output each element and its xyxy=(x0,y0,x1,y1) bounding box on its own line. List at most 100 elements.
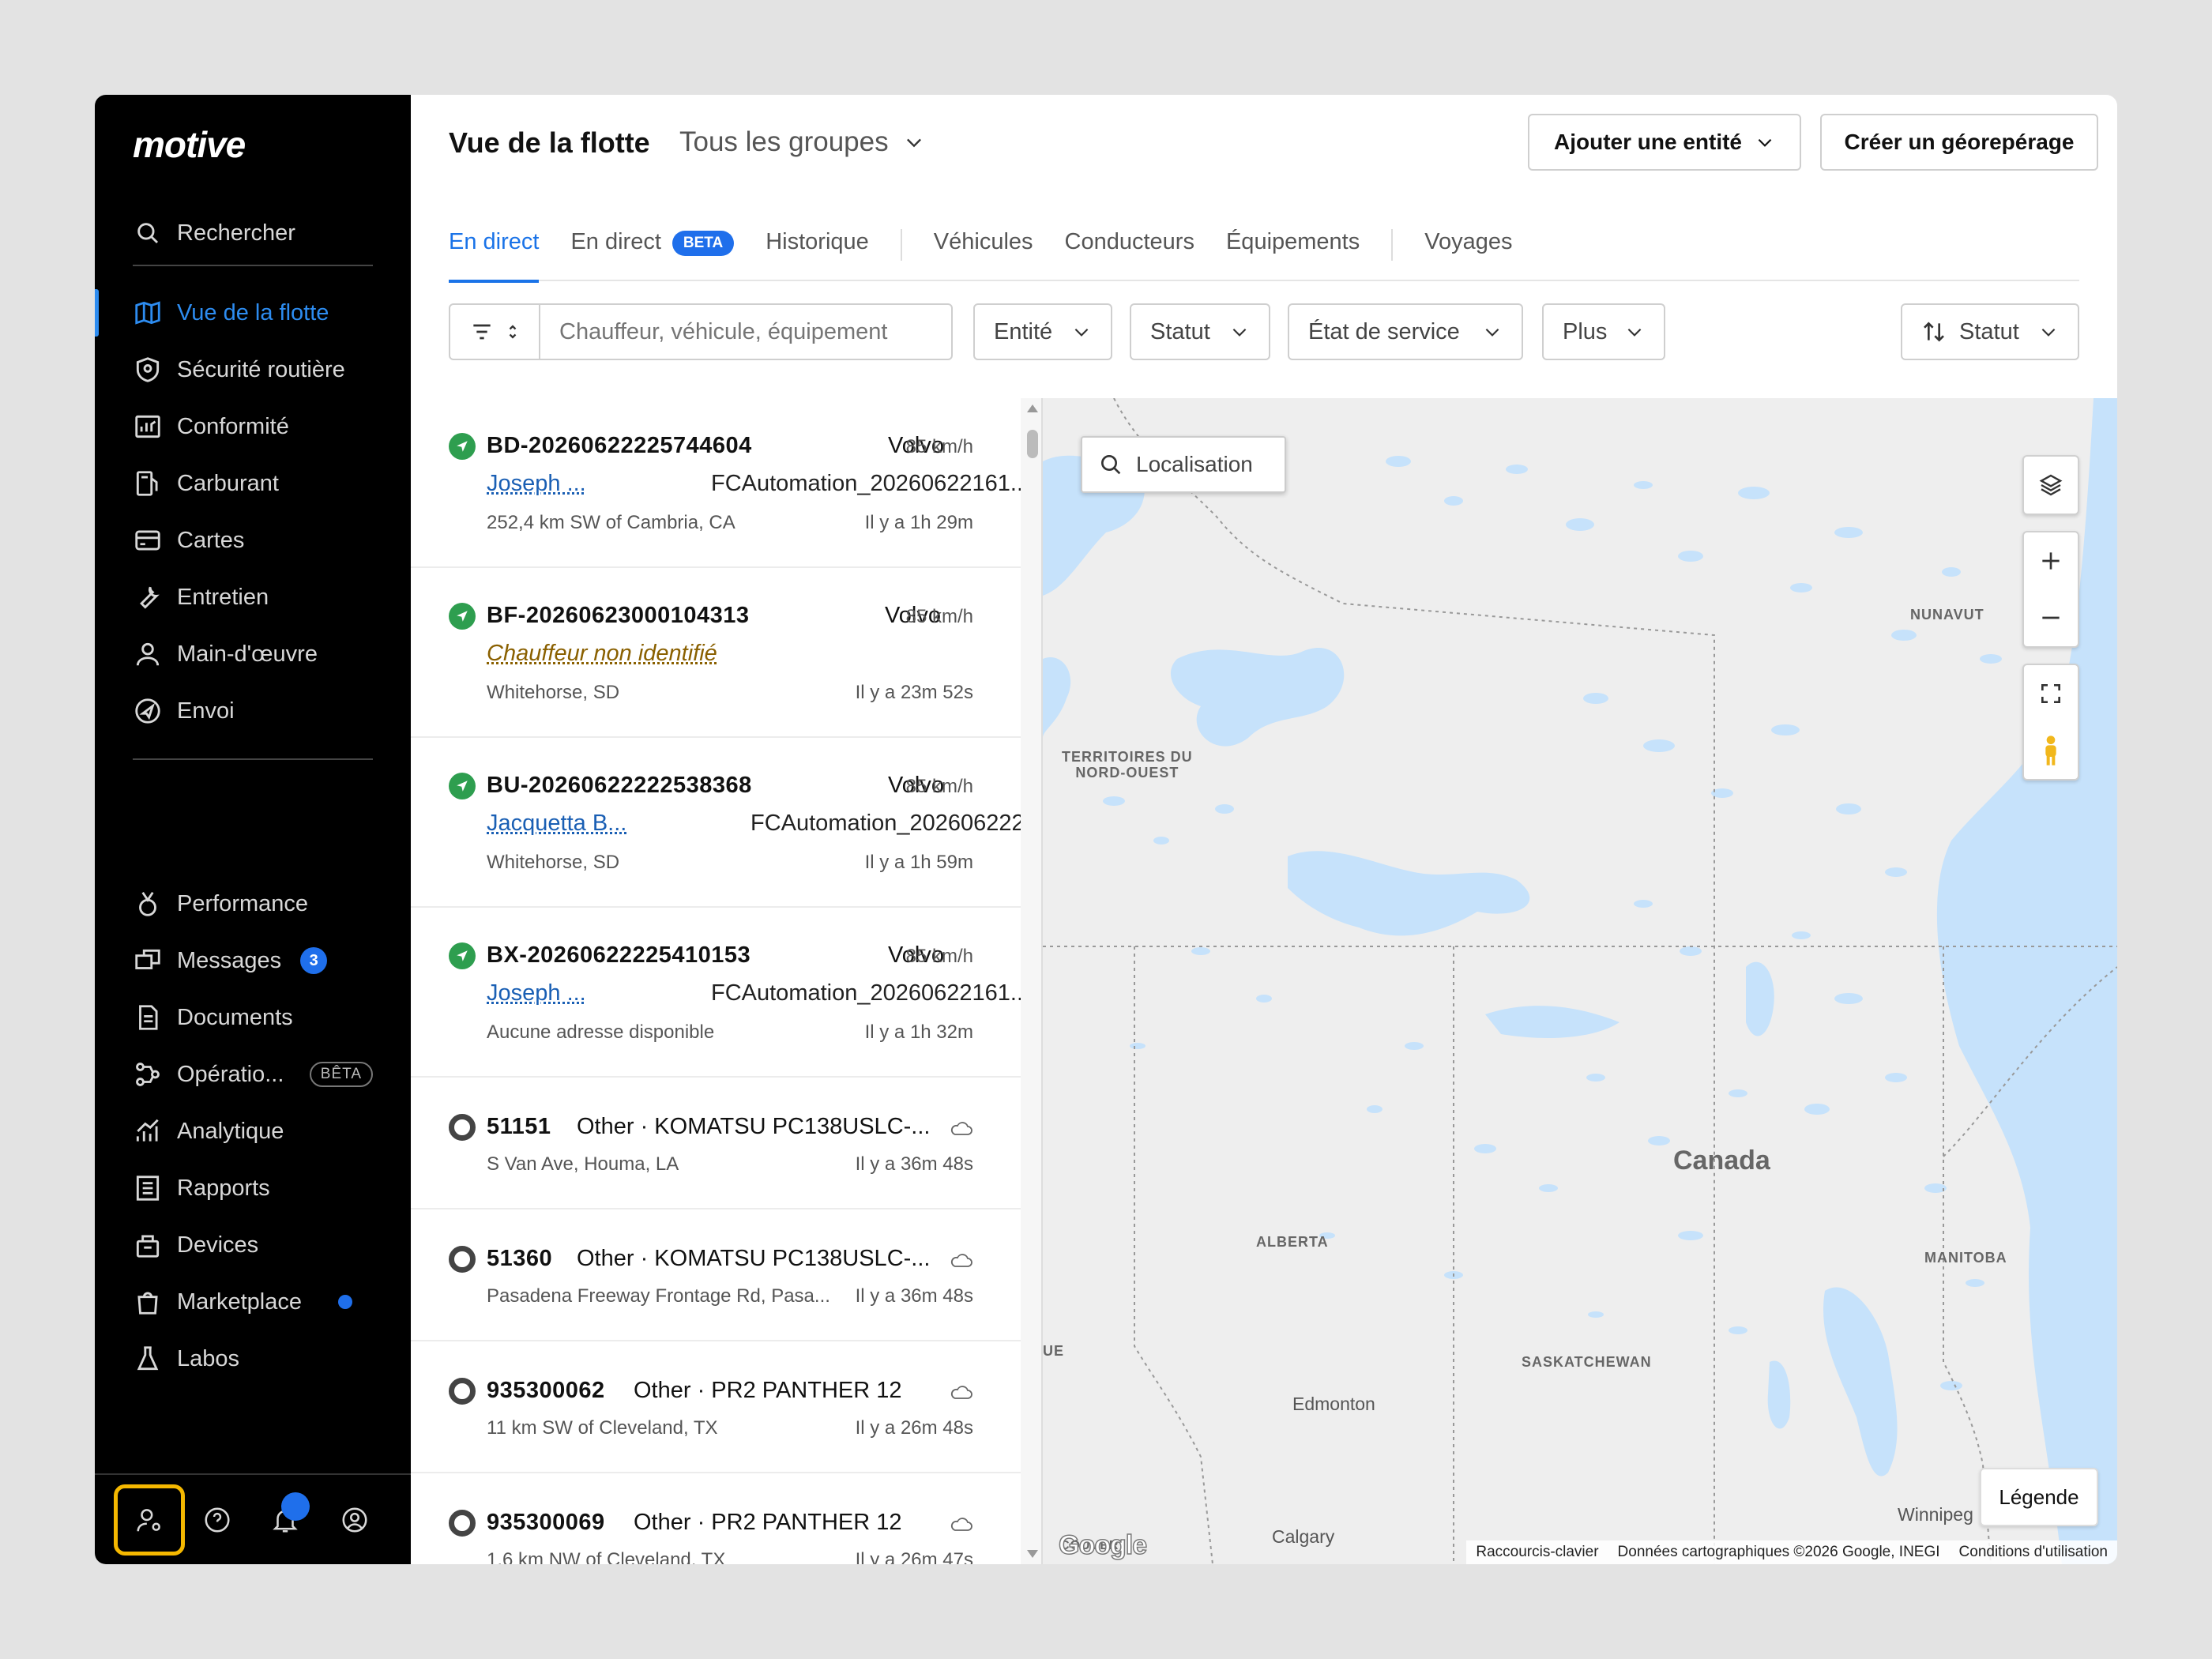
primary-nav: Vue de la flotte Sécurité routière Confo… xyxy=(95,284,411,739)
sidebar-item-fuel[interactable]: Carburant xyxy=(95,455,411,512)
list-item[interactable]: 51360 Other · KOMATSU PC138USLC-... Pasa… xyxy=(411,1209,1021,1341)
map-layers-button[interactable] xyxy=(2022,455,2079,515)
driver-link[interactable]: Jacquetta B... xyxy=(487,811,626,837)
sidebar-item-label: Carburant xyxy=(177,470,279,496)
equipment-id: 51151 xyxy=(487,1114,551,1139)
list-item[interactable]: BF-20260623000104313 Volvo 85 km/h Chauf… xyxy=(411,568,1021,738)
vehicle-location: Aucune adresse disponible xyxy=(487,1021,715,1043)
vehicle-speed: 85 km/h xyxy=(905,946,973,967)
map-label-alberta: ALBERTA xyxy=(1256,1234,1329,1250)
sidebar-item-cards[interactable]: Cartes xyxy=(95,512,411,569)
sidebar-item-labs[interactable]: Labos xyxy=(95,1330,411,1387)
search-input[interactable] xyxy=(539,303,953,360)
tab-live[interactable]: En direct xyxy=(449,213,540,283)
sidebar-item-road-safety[interactable]: Sécurité routière xyxy=(95,341,411,398)
motive-logo[interactable]: motive xyxy=(133,123,246,166)
list-item[interactable]: 51151 Other · KOMATSU PC138USLC-... S Va… xyxy=(411,1078,1021,1209)
create-geofence-button[interactable]: Créer un géorepérage xyxy=(1820,114,2098,171)
help-button[interactable] xyxy=(182,1484,253,1556)
vehicle-id: BU-20260622222538368 xyxy=(487,773,752,798)
dispatch-icon xyxy=(135,698,160,724)
zoom-out-button[interactable] xyxy=(2024,589,2078,646)
sidebar-item-fleet-view[interactable]: Vue de la flotte xyxy=(95,284,411,341)
tab-separator xyxy=(900,229,902,261)
offline-status-icon xyxy=(449,1114,476,1141)
map-label-nunavut: NUNAVUT xyxy=(1910,607,1984,623)
tab-trips[interactable]: Voyages xyxy=(1424,213,1512,281)
sidebar-item-documents[interactable]: Documents xyxy=(95,989,411,1046)
sidebar-item-workforce[interactable]: Main-d'œuvre xyxy=(95,626,411,683)
sidebar-item-marketplace[interactable]: Marketplace xyxy=(95,1273,411,1330)
driver-link[interactable]: Joseph ... xyxy=(487,980,586,1006)
sidebar-item-performance[interactable]: Performance xyxy=(95,875,411,932)
sort-dropdown[interactable]: Statut xyxy=(1901,303,2079,360)
workflow-icon xyxy=(136,1063,160,1086)
sidebar-search[interactable]: Rechercher xyxy=(134,201,295,265)
driver-link[interactable]: Joseph ... xyxy=(487,471,586,497)
tab-live-beta[interactable]: En direct BETA xyxy=(570,213,735,281)
sidebar-item-operations[interactable]: Opératio... BÊTA xyxy=(95,1046,411,1103)
last-update-time: Il y a 26m 48s xyxy=(855,1417,973,1439)
list-item[interactable]: BD-20260622225744604 Volvo 85 km/h Josep… xyxy=(411,398,1021,568)
keyboard-shortcuts-link[interactable]: Raccourcis-clavier xyxy=(1476,1544,1598,1561)
tab-equipment[interactable]: Équipements xyxy=(1226,213,1360,281)
add-entity-label: Ajouter une entité xyxy=(1553,130,1742,154)
fleet-map[interactable]: Localisation NUNAVUT TERRITOIRES DU NORD… xyxy=(1043,398,2117,1564)
zoom-in-button[interactable] xyxy=(2024,532,2078,589)
map-icon xyxy=(135,301,160,325)
chevron-down-icon xyxy=(1485,328,1499,337)
map-location-search[interactable]: Localisation xyxy=(1081,436,1286,493)
list-item[interactable]: 935300062 Other · PR2 PANTHER 12 11 km S… xyxy=(411,1341,1021,1473)
moving-status-icon xyxy=(449,942,476,969)
bag-icon xyxy=(137,1292,158,1315)
scroll-up-icon[interactable] xyxy=(1025,403,1040,414)
scroll-thumb[interactable] xyxy=(1027,430,1038,458)
tab-separator xyxy=(1391,229,1394,261)
tab-label: Historique xyxy=(766,229,869,254)
fullscreen-icon xyxy=(2041,684,2060,703)
sidebar-item-analytics[interactable]: Analytique xyxy=(95,1103,411,1160)
list-item[interactable]: BU-20260622222538368 Volvo 85 km/h Jacqu… xyxy=(411,738,1021,908)
filter-toggle-button[interactable] xyxy=(449,303,540,360)
help-icon xyxy=(205,1507,230,1533)
scroll-down-icon[interactable] xyxy=(1025,1548,1040,1559)
admin-user-button[interactable] xyxy=(114,1484,185,1556)
legend-button[interactable]: Légende xyxy=(1980,1468,2098,1526)
last-update-time: Il y a 1h 32m xyxy=(864,1021,973,1043)
sidebar-item-maintenance[interactable]: Entretien xyxy=(95,569,411,626)
sidebar-item-dispatch[interactable]: Envoi xyxy=(95,683,411,739)
medal-icon xyxy=(139,891,156,916)
add-entity-button[interactable]: Ajouter une entité xyxy=(1528,114,1801,171)
sidebar-item-messages[interactable]: Messages 3 xyxy=(95,932,411,989)
asset-list-scroll[interactable]: BD-20260622225744604 Volvo 85 km/h Josep… xyxy=(411,398,1021,1564)
sidebar-item-label: Opératio... xyxy=(177,1061,284,1087)
tab-history[interactable]: Historique xyxy=(766,213,869,281)
list-scrollbar[interactable] xyxy=(1021,398,1043,1564)
chevron-down-icon xyxy=(1232,328,1247,337)
sidebar-item-devices[interactable]: Devices xyxy=(95,1217,411,1273)
sidebar-item-label: Rapports xyxy=(177,1175,270,1201)
list-item[interactable]: BX-20260622225410153 Volvo 85 km/h Josep… xyxy=(411,908,1021,1078)
entity-filter[interactable]: Entité xyxy=(973,303,1112,360)
fullscreen-button[interactable] xyxy=(2024,665,2078,722)
tab-vehicles[interactable]: Véhicules xyxy=(934,213,1033,281)
notifications-button[interactable] xyxy=(250,1484,321,1556)
create-geofence-label: Créer un géorepérage xyxy=(1844,130,2075,154)
map-city-winnipeg: Winnipeg xyxy=(1898,1504,1973,1525)
terms-link[interactable]: Conditions d'utilisation xyxy=(1959,1544,2108,1561)
entity-filter-label: Entité xyxy=(994,318,1053,344)
tab-drivers[interactable]: Conducteurs xyxy=(1065,213,1194,281)
status-filter[interactable]: Statut xyxy=(1130,303,1270,360)
profile-button[interactable] xyxy=(319,1484,390,1556)
sidebar-item-compliance[interactable]: Conformité xyxy=(95,398,411,455)
service-state-filter[interactable]: État de service xyxy=(1288,303,1523,360)
more-filter[interactable]: Plus xyxy=(1542,303,1665,360)
map-label-canada: Canada xyxy=(1673,1146,1770,1176)
map-view-controls xyxy=(2022,664,2079,781)
list-item[interactable]: 935300069 Other · PR2 PANTHER 12 1,6 km … xyxy=(411,1473,1021,1564)
sidebar-item-reports[interactable]: Rapports xyxy=(95,1160,411,1217)
street-view-button[interactable] xyxy=(2024,722,2078,779)
reports-icon xyxy=(136,1176,160,1201)
group-select[interactable]: Tous les groupes xyxy=(679,126,925,158)
unidentified-driver-label[interactable]: Chauffeur non identifié xyxy=(487,641,717,667)
